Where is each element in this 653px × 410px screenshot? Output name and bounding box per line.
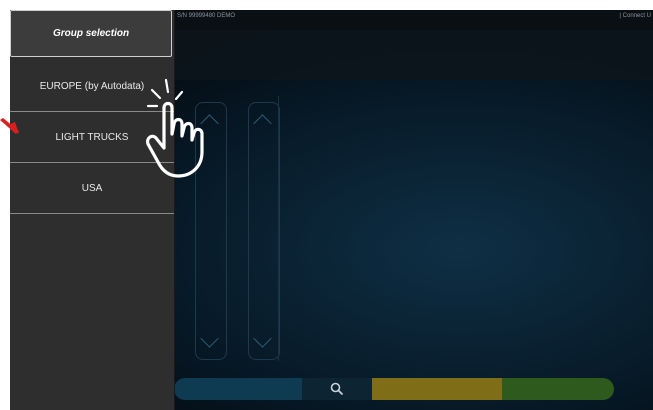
content-panel (278, 96, 653, 361)
connect-link[interactable]: | Connect U (619, 13, 651, 19)
search-icon (330, 382, 344, 396)
action-button-yellow[interactable] (372, 378, 502, 400)
toolbar-area (174, 30, 653, 80)
chevron-down-icon[interactable] (200, 329, 219, 348)
tap-hand-icon (146, 78, 204, 178)
group-selection-menu: Group selection EUROPE (by Autodata) LIG… (10, 10, 175, 410)
chevron-down-icon[interactable] (253, 329, 272, 348)
action-bar (174, 378, 614, 400)
search-button[interactable] (302, 378, 372, 400)
app-screen: S/N 99999480 DEMO | Connect U Group sele… (10, 10, 653, 410)
scroll-rail-right[interactable] (248, 102, 280, 360)
action-button-blue[interactable] (174, 378, 302, 400)
serial-number: S/N 99999480 DEMO (177, 13, 236, 19)
action-button-green[interactable] (502, 378, 614, 400)
red-arrow-icon (0, 118, 19, 134)
menu-title: Group selection (10, 10, 172, 57)
status-bar: S/N 99999480 DEMO | Connect U (174, 10, 653, 30)
chevron-up-icon[interactable] (253, 114, 272, 133)
